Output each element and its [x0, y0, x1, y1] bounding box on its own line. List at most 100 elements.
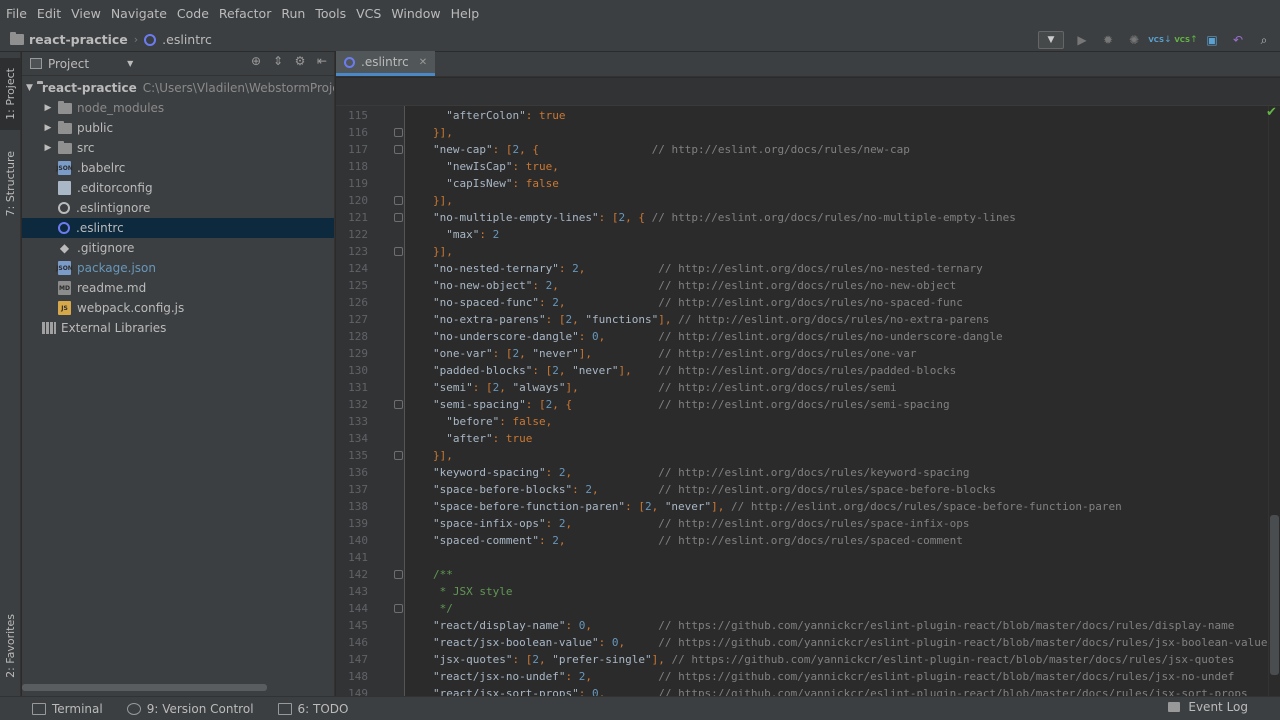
tab-project[interactable]: 1: Project [0, 58, 21, 130]
expand-arrow-icon[interactable]: ▶ [42, 143, 54, 153]
tree-item-src[interactable]: ▶ src [22, 138, 334, 158]
tree-item-root[interactable]: ▼ react-practice C:\Users\Vladilen\Webstor… [22, 78, 334, 98]
code-line[interactable]: "one-var": [2, "never"], // http://eslin… [433, 345, 917, 362]
close-icon[interactable]: ✕ [419, 57, 427, 68]
menu-code[interactable]: Code [173, 0, 213, 28]
collapse-all-icon[interactable]: ⇕ [268, 54, 288, 68]
tree-item-node_modules[interactable]: ▶ node_modules [22, 98, 334, 118]
code-line[interactable]: "before": false, [433, 413, 552, 430]
fold-marker-icon[interactable] [394, 128, 403, 137]
fold-marker-icon[interactable] [394, 196, 403, 205]
code-line[interactable]: "afterColon": true [433, 107, 565, 124]
code-line[interactable]: "react/jsx-sort-props": 0, // https://gi… [433, 685, 1248, 696]
code-line[interactable]: "jsx-quotes": [2, "prefer-single"], // h… [433, 651, 1234, 668]
code-line[interactable]: "keyword-spacing": 2, // http://eslint.o… [433, 464, 969, 481]
run-config-dropdown[interactable]: ▼ [1038, 31, 1064, 49]
tree-item-package-json[interactable]: ▶JSONpackage.json [22, 258, 334, 278]
code-line[interactable]: "space-infix-ops": 2, // http://eslint.o… [433, 515, 969, 532]
tab-eslintrc[interactable]: .eslintrc ✕ [336, 51, 436, 76]
menu-view[interactable]: View [67, 0, 105, 28]
menu-edit[interactable]: Edit [33, 0, 65, 28]
vcs-commit-icon[interactable]: VCS ↑ [1174, 31, 1197, 49]
event-log-button[interactable]: Event Log [1168, 700, 1248, 714]
terminal-button[interactable]: Terminal [32, 702, 103, 716]
expand-arrow-icon[interactable]: ▼ [26, 83, 33, 93]
menu-tools[interactable]: Tools [311, 0, 350, 28]
tree-item-readme-md[interactable]: ▶MDreadme.md [22, 278, 334, 298]
code-line[interactable]: "no-nested-ternary": 2, // http://eslint… [433, 260, 983, 277]
code-line[interactable]: "space-before-function-paren": [2, "neve… [433, 498, 1122, 515]
tree-item-eslintignore[interactable]: ▶.eslintignore [22, 198, 334, 218]
tree-item-external-libraries[interactable]: External Libraries [22, 318, 334, 338]
menu-help[interactable]: Help [447, 0, 484, 28]
tree-item-webpack-config-js[interactable]: ▶JSwebpack.config.js [22, 298, 334, 318]
code-line[interactable]: "no-underscore-dangle": 0, // http://esl… [433, 328, 1003, 345]
code-line[interactable]: }], [433, 192, 453, 209]
search-icon[interactable]: ⌕ [1254, 31, 1274, 49]
code-line[interactable]: "react/jsx-boolean-value": 0, // https:/… [433, 634, 1267, 651]
tree-item-gitignore[interactable]: ▶◆.gitignore [22, 238, 334, 258]
code-line[interactable]: "no-new-object": 2, // http://eslint.org… [433, 277, 956, 294]
gear-icon[interactable]: ⚙ [290, 54, 310, 68]
fold-marker-icon[interactable] [394, 570, 403, 579]
revert-icon[interactable]: ↶ [1228, 31, 1248, 49]
code-line[interactable]: "after": true [433, 430, 532, 447]
tab-structure[interactable]: 7: Structure [0, 144, 21, 224]
code-line[interactable]: "react/display-name": 0, // https://gith… [433, 617, 1234, 634]
fold-marker-icon[interactable] [394, 604, 403, 613]
code-line[interactable]: "max": 2 [433, 226, 499, 243]
menu-file[interactable]: File [2, 0, 31, 28]
version-control-button[interactable]: 9: Version Control [126, 702, 254, 716]
code-line[interactable]: }], [433, 243, 453, 260]
code-line[interactable]: "no-extra-parens": [2, "functions"], // … [433, 311, 989, 328]
code-line[interactable]: "semi-spacing": [2, { // http://eslint.o… [433, 396, 950, 413]
run-icon[interactable]: ▶ [1072, 31, 1092, 49]
fold-marker-icon[interactable] [394, 451, 403, 460]
tree-item-babelrc[interactable]: ▶JSON.babelrc [22, 158, 334, 178]
code-line[interactable]: "spaced-comment": 2, // http://eslint.or… [433, 532, 963, 549]
code-line[interactable]: "new-cap": [2, { // http://eslint.org/do… [433, 141, 910, 158]
code-line[interactable]: * JSX style [433, 583, 513, 600]
menu-navigate[interactable]: Navigate [107, 0, 171, 28]
code-line[interactable]: "no-multiple-empty-lines": [2, { // http… [433, 209, 1016, 226]
vcs-history-icon[interactable]: ▣ [1202, 31, 1222, 49]
editor-vertical-scrollbar[interactable] [1270, 515, 1279, 675]
project-view-dropdown[interactable]: Project ▼ [30, 57, 133, 71]
expand-arrow-icon[interactable]: ▶ [42, 103, 54, 113]
todo-button[interactable]: 6: TODO [277, 702, 348, 716]
inspection-ok-icon[interactable]: ✔ [1266, 105, 1277, 120]
code-line[interactable]: "space-before-blocks": 2, // http://esli… [433, 481, 996, 498]
code-line[interactable]: "capIsNew": false [433, 175, 559, 192]
tree-item-editorconfig[interactable]: ▶.editorconfig [22, 178, 334, 198]
code-line[interactable]: }], [433, 124, 453, 141]
fold-marker-icon[interactable] [394, 213, 403, 222]
code-line[interactable]: "semi": [2, "always"], // http://eslint.… [433, 379, 897, 396]
breadcrumb-file[interactable]: .eslintrc [144, 32, 212, 47]
tab-favorites[interactable]: 2: Favorites [0, 604, 21, 688]
breadcrumb-project[interactable]: react-practice [10, 32, 128, 47]
code-line[interactable]: */ [433, 600, 453, 617]
expand-arrow-icon[interactable]: ▶ [42, 123, 54, 133]
coverage-icon[interactable]: ✺ [1124, 31, 1144, 49]
code-line[interactable]: "no-spaced-func": 2, // http://eslint.or… [433, 294, 963, 311]
code-line[interactable]: "react/jsx-no-undef": 2, // https://gith… [433, 668, 1234, 685]
debug-icon[interactable]: ✹ [1098, 31, 1118, 49]
menu-vcs[interactable]: VCS [352, 0, 385, 28]
locate-file-icon[interactable]: ⊕ [246, 54, 266, 68]
menu-run[interactable]: Run [277, 0, 309, 28]
vcs-update-icon[interactable]: VCS ↓ [1148, 31, 1171, 49]
menu-refactor[interactable]: Refactor [215, 0, 275, 28]
hide-panel-icon[interactable]: ⇤ [312, 54, 332, 68]
code-editor[interactable]: "afterColon": true}], "new-cap": [2, { //… [406, 106, 1268, 696]
fold-marker-icon[interactable] [394, 247, 403, 256]
code-line[interactable]: }], [433, 447, 453, 464]
code-line[interactable]: "padded-blocks": [2, "never"], // http:/… [433, 362, 956, 379]
code-line[interactable]: "newIsCap": true, [433, 158, 559, 175]
fold-marker-icon[interactable] [394, 145, 403, 154]
fold-marker-icon[interactable] [394, 400, 403, 409]
tree-item-eslintrc[interactable]: ▶.eslintrc [22, 218, 334, 238]
tree-item-public[interactable]: ▶ public [22, 118, 334, 138]
code-line[interactable]: /** [433, 566, 453, 583]
project-horizontal-scrollbar[interactable] [22, 684, 267, 691]
menu-window[interactable]: Window [387, 0, 444, 28]
